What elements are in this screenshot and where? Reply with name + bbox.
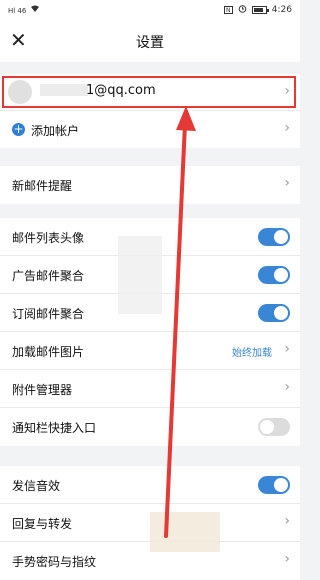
red-arrow-annotation xyxy=(164,106,196,538)
